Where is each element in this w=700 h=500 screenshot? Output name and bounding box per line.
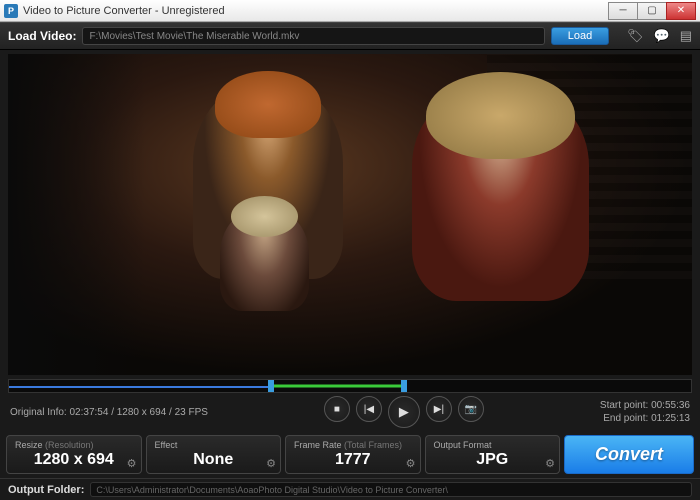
gear-icon[interactable]: ⚙ <box>127 457 137 470</box>
gear-icon[interactable]: ⚙ <box>545 457 555 470</box>
range-start-handle[interactable] <box>268 380 274 392</box>
app-icon: P <box>4 4 18 18</box>
titlebar: P Video to Picture Converter - Unregiste… <box>0 0 700 22</box>
close-button[interactable]: ✕ <box>666 2 696 20</box>
play-button[interactable]: ▶ <box>388 396 420 428</box>
minimize-button[interactable]: ─ <box>608 2 638 20</box>
load-bar: Load Video: Load 🏷 💬 ▤ <box>0 22 700 50</box>
framerate-box[interactable]: Frame Rate (Total Frames) 1777 ⚙ <box>285 435 421 474</box>
control-row: Original Info: 02:37:54 / 1280 x 694 / 2… <box>0 393 700 431</box>
gear-icon[interactable]: ⚙ <box>266 457 276 470</box>
list-icon[interactable]: ▤ <box>680 28 692 44</box>
snapshot-button[interactable]: 📷 <box>458 396 484 422</box>
original-info: Original Info: 02:37:54 / 1280 x 694 / 2… <box>10 407 208 418</box>
comment-icon[interactable]: 💬 <box>654 28 670 44</box>
next-frame-button[interactable]: ▶| <box>426 396 452 422</box>
video-path-input[interactable] <box>82 27 545 45</box>
timeline-range <box>268 385 404 388</box>
timeline-progress <box>9 386 268 388</box>
output-folder-bar: Output Folder: C:\Users\Administrator\Do… <box>0 478 700 500</box>
video-preview[interactable] <box>8 54 692 375</box>
maximize-button[interactable]: ▢ <box>637 2 667 20</box>
range-end-handle[interactable] <box>401 380 407 392</box>
window-title: Video to Picture Converter - Unregistere… <box>23 5 225 17</box>
stop-button[interactable]: ■ <box>324 396 350 422</box>
load-button[interactable]: Load <box>551 27 609 45</box>
gear-icon[interactable]: ⚙ <box>406 457 416 470</box>
tag-icon[interactable]: 🏷 <box>627 28 644 44</box>
convert-button[interactable]: Convert <box>564 435 694 474</box>
output-format-box[interactable]: Output Format JPG ⚙ <box>425 435 561 474</box>
load-video-label: Load Video: <box>8 29 76 43</box>
range-points: Start point: 00:55:36 End point: 01:25:1… <box>600 399 690 425</box>
parameter-row: Resize (Resolution) 1280 x 694 ⚙ Effect … <box>0 431 700 478</box>
output-folder-label: Output Folder: <box>8 484 84 496</box>
output-folder-path[interactable]: C:\Users\Administrator\Documents\AoaoPho… <box>90 482 692 497</box>
resize-box[interactable]: Resize (Resolution) 1280 x 694 ⚙ <box>6 435 142 474</box>
prev-frame-button[interactable]: |◀ <box>356 396 382 422</box>
timeline[interactable] <box>8 379 692 393</box>
effect-box[interactable]: Effect None ⚙ <box>146 435 282 474</box>
